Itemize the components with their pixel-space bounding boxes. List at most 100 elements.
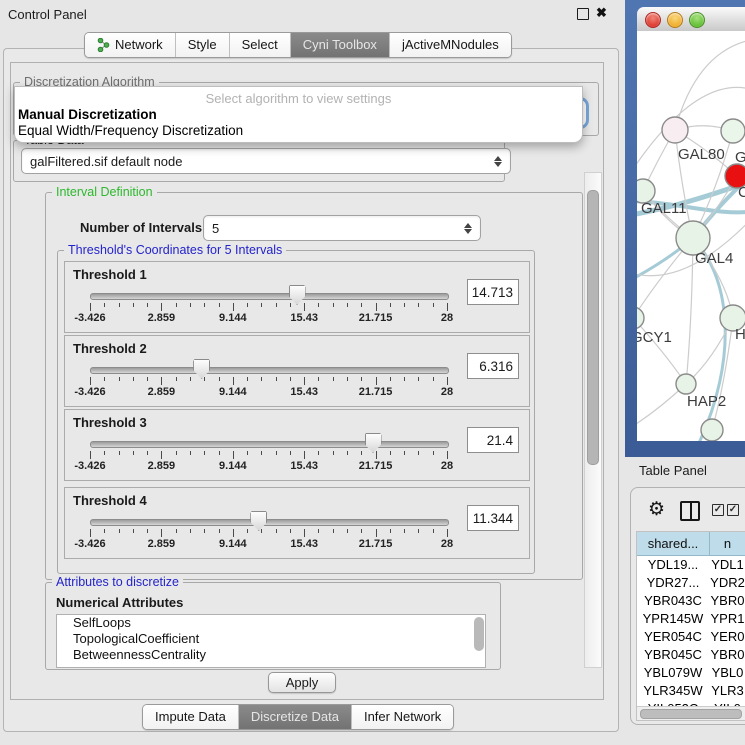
attribute-list-item[interactable]: SelfLoops <box>57 615 485 631</box>
node-attribute-table[interactable]: shared... n YDL19...YDL1YDR27...YDR2YBR0… <box>636 531 745 721</box>
tab-discretize-data[interactable]: Discretize Data <box>238 705 351 729</box>
scrollbar-thumb[interactable] <box>640 709 742 719</box>
table-header-row: shared... n <box>637 532 745 556</box>
table-cell[interactable]: YBR0 <box>709 592 745 610</box>
table-cell[interactable]: YER0 <box>709 628 745 646</box>
close-icon[interactable]: ✖ <box>596 5 607 21</box>
checkbox-icon[interactable]: ✓ <box>727 504 739 516</box>
threshold-value-field[interactable]: 21.4 <box>467 427 519 453</box>
spinner-down-icon <box>494 162 502 167</box>
gear-icon[interactable]: ⚙ <box>648 498 665 521</box>
threshold-slider-track[interactable] <box>90 441 449 448</box>
network-node-label: GCY1 <box>637 329 672 346</box>
list-scrollbar[interactable] <box>474 617 484 651</box>
tab-select[interactable]: Select <box>229 33 290 57</box>
table-row[interactable]: YBL079WYBL0 <box>637 664 745 682</box>
settings-scrollbar-thumb[interactable] <box>587 190 599 465</box>
attribute-list-item[interactable]: BetweennessCentrality <box>57 647 485 663</box>
threshold-slider-track[interactable] <box>90 519 449 526</box>
num-intervals-value: 5 <box>212 221 219 236</box>
threshold-slider-thumb[interactable] <box>250 511 267 531</box>
table-cell[interactable]: YLR345W <box>637 682 709 700</box>
threshold-label: Threshold 1 <box>73 267 147 282</box>
table-row[interactable]: YER054CYER0 <box>637 628 745 646</box>
numerical-attributes-label: Numerical Attributes <box>56 595 183 610</box>
column-header-name[interactable]: n <box>710 532 745 556</box>
network-canvas[interactable]: GAL80GACGAL11GAL4GCY1HHAP2 <box>637 31 745 441</box>
attributes-title: Attributes to discretize <box>52 575 183 590</box>
threshold-value-field[interactable]: 14.713 <box>467 279 519 305</box>
table-cell[interactable]: YER054C <box>637 628 709 646</box>
popup-option-equal-width[interactable]: Equal Width/Frequency Discretization <box>15 122 582 138</box>
tab-style[interactable]: Style <box>175 33 229 57</box>
network-node[interactable] <box>637 307 644 329</box>
slider-ticks <box>90 529 447 538</box>
table-cell[interactable]: YBR043C <box>637 592 709 610</box>
table-cell[interactable]: YLR3 <box>709 682 745 700</box>
network-node[interactable] <box>676 374 696 394</box>
slider-tick-labels: -3.4262.8599.14415.4321.71528 <box>90 538 447 551</box>
zoom-traffic-light-icon[interactable] <box>689 12 705 28</box>
threshold-slider-thumb[interactable] <box>193 359 210 379</box>
network-node[interactable] <box>662 117 688 143</box>
threshold-slider-track[interactable] <box>90 293 449 300</box>
threshold-value-field[interactable]: 6.316 <box>467 353 519 379</box>
float-window-icon[interactable] <box>577 8 589 20</box>
column-header-shared[interactable]: shared... <box>637 532 710 556</box>
table-cell[interactable]: YPR1 <box>709 610 745 628</box>
table-cell[interactable]: YDR2 <box>709 574 745 592</box>
table-cell[interactable]: YBL079W <box>637 664 709 682</box>
spinner-up-icon <box>464 223 472 228</box>
network-node[interactable] <box>701 419 723 441</box>
table-row[interactable]: YPR145WYPR1 <box>637 610 745 628</box>
checkbox-icon[interactable]: ✓ <box>712 504 724 516</box>
table-cell[interactable]: YBR0 <box>709 646 745 664</box>
slider-ticks <box>90 303 447 312</box>
control-panel-titlebar: Control Panel ✖ <box>0 0 620 28</box>
close-traffic-light-icon[interactable] <box>645 12 661 28</box>
table-row[interactable]: YDR27...YDR2 <box>637 574 745 592</box>
threshold-slider-track[interactable] <box>90 367 449 374</box>
attribute-list-item[interactable]: TopologicalCoefficient <box>57 631 485 647</box>
table-row[interactable]: YDL19...YDL1 <box>637 556 745 574</box>
threshold-slider-thumb[interactable] <box>365 433 382 453</box>
tab-infer-network[interactable]: Infer Network <box>351 705 453 729</box>
network-icon <box>97 38 110 52</box>
network-edge <box>686 238 693 384</box>
table-data-combobox[interactable]: galFiltered.sif default node <box>21 148 511 174</box>
table-horizontal-scrollbar[interactable] <box>637 706 745 720</box>
slider-ticks <box>90 377 447 386</box>
table-cell[interactable]: YBL0 <box>709 664 745 682</box>
table-row[interactable]: YBR045CYBR0 <box>637 646 745 664</box>
network-window-titlebar[interactable] <box>637 7 745 32</box>
columns-icon[interactable] <box>680 501 700 521</box>
slider-ticks <box>90 451 447 460</box>
threshold-slider-thumb[interactable] <box>289 285 306 305</box>
network-node[interactable] <box>721 119 745 143</box>
table-cell[interactable]: YBR045C <box>637 646 709 664</box>
num-intervals-combobox[interactable]: 5 <box>203 215 481 241</box>
table-row[interactable]: YLR345WYLR3 <box>637 682 745 700</box>
minimize-traffic-light-icon[interactable] <box>667 12 683 28</box>
table-cell[interactable]: YDR27... <box>637 574 709 592</box>
tab-jactivemnodules[interactable]: jActiveMNodules <box>389 33 511 57</box>
table-cell[interactable]: YDL19... <box>637 556 709 574</box>
table-cell[interactable]: YPR145W <box>637 610 709 628</box>
network-edge <box>675 39 745 130</box>
threshold-value-field[interactable]: 11.344 <box>467 505 519 531</box>
tab-impute-data[interactable]: Impute Data <box>143 705 238 729</box>
tab-cyni-toolbox[interactable]: Cyni Toolbox <box>290 33 389 57</box>
threshold-row: Threshold 4 -3.4262.8599.14415.4321.7152… <box>64 487 530 559</box>
network-node-label: HAP2 <box>687 393 726 410</box>
popup-option-manual[interactable]: Manual Discretization <box>15 106 582 122</box>
network-node-label: C <box>738 184 745 201</box>
table-row[interactable]: YBR043CYBR0 <box>637 592 745 610</box>
attributes-listbox[interactable]: SelfLoopsTopologicalCoefficientBetweenne… <box>56 614 486 668</box>
table-panel-title: Table Panel <box>639 463 707 478</box>
slider-tick-labels: -3.4262.8599.14415.4321.71528 <box>90 460 447 473</box>
network-node-label: GAL4 <box>695 250 733 267</box>
table-cell[interactable]: YDL1 <box>709 556 745 574</box>
apply-button[interactable]: Apply <box>268 672 336 693</box>
network-edge <box>637 318 686 384</box>
tab-network[interactable]: Network <box>85 33 175 57</box>
